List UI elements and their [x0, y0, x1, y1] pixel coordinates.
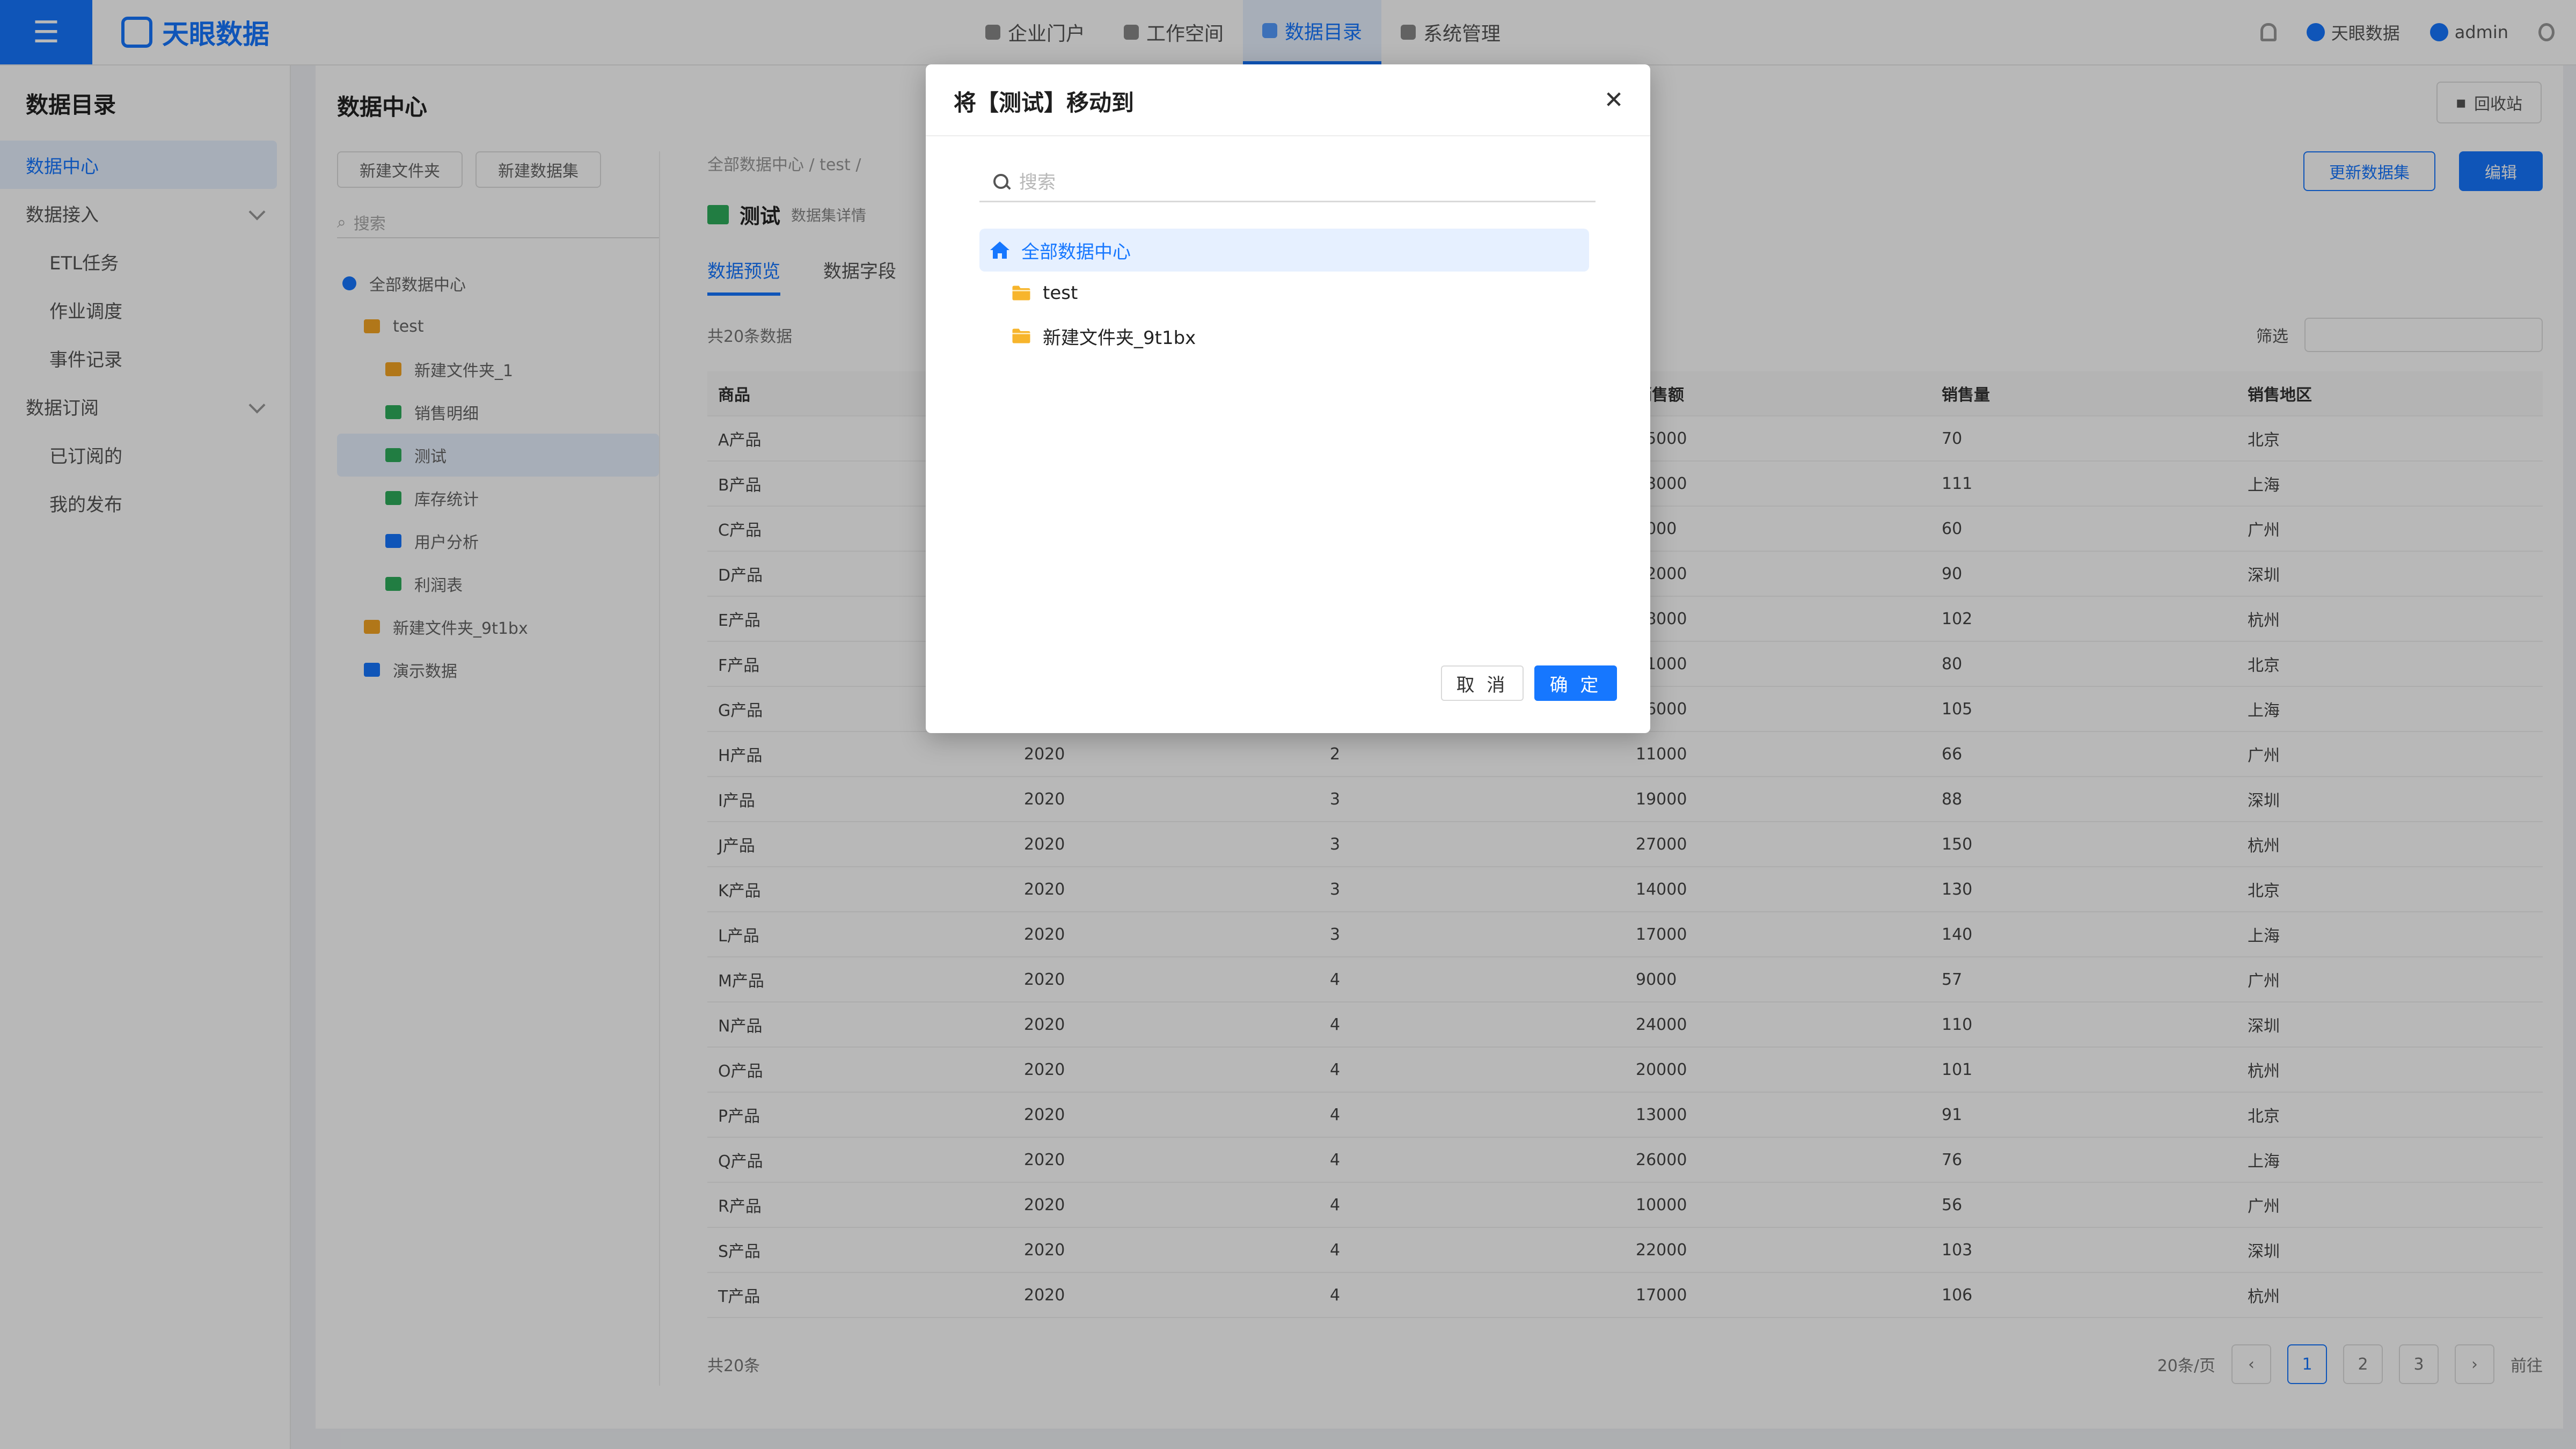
- tree-node-label: 全部数据中心: [1021, 241, 1131, 263]
- folder-icon: [1012, 286, 1030, 301]
- tree-node-label: test: [1043, 282, 1078, 304]
- destination-tree: 全部数据中心 test 新建文件夹_9t1bx: [979, 229, 1589, 357]
- dialog-header: 将【测试】移动到 ✕: [926, 64, 1650, 136]
- tree-node-folder[interactable]: test: [979, 272, 1589, 314]
- search-icon: [993, 174, 1011, 191]
- move-dialog: 将【测试】移动到 ✕ 全部数据中心 test 新建文件夹_9t1bx: [926, 64, 1650, 733]
- close-icon[interactable]: ✕: [1599, 85, 1629, 115]
- tree-node-label: 新建文件夹_9t1bx: [1043, 327, 1196, 349]
- home-icon: [990, 241, 1009, 259]
- folder-icon: [1012, 328, 1030, 343]
- dialog-footer: 取 消 确 定: [1441, 665, 1617, 701]
- confirm-button[interactable]: 确 定: [1534, 665, 1617, 701]
- tree-node-folder[interactable]: 新建文件夹_9t1bx: [979, 314, 1589, 357]
- cancel-button[interactable]: 取 消: [1441, 665, 1524, 701]
- search-input[interactable]: [1018, 171, 1557, 194]
- tree-node-root[interactable]: 全部数据中心: [979, 229, 1589, 272]
- dialog-search: [979, 164, 1596, 202]
- dialog-title: 将【测试】移动到: [954, 90, 1135, 116]
